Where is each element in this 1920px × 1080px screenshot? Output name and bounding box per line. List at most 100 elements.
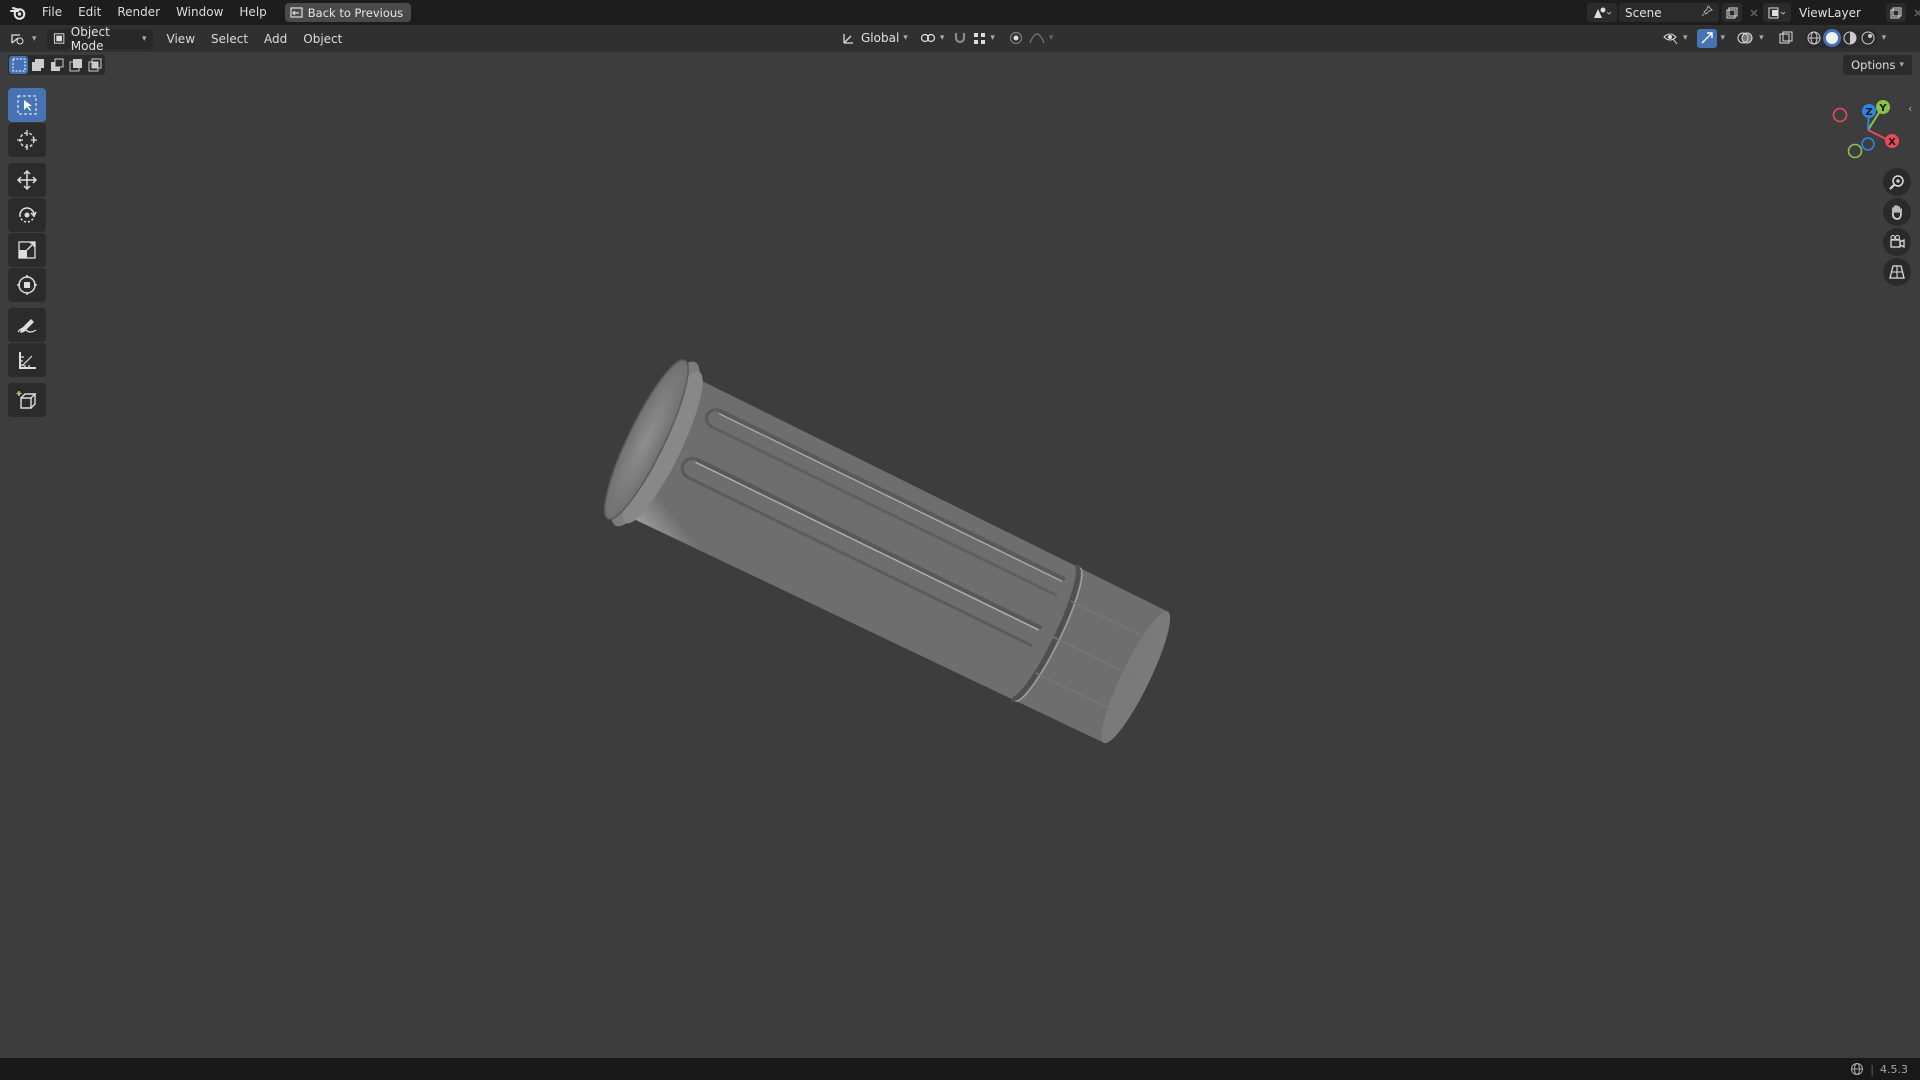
gizmo-neg-x-handle[interactable] [1832,107,1848,123]
select-mode-set-button[interactable] [9,56,28,74]
editor-type-button[interactable]: ▾ [10,32,37,46]
gizmo-x-handle[interactable]: X [1885,134,1899,148]
toggle-projection-button[interactable] [1883,258,1911,286]
proportional-edit-icon [1009,32,1022,44]
status-bar: | 4.5.3 [0,1058,1920,1080]
material-sphere-icon [1843,31,1857,45]
gizmo-toggle[interactable] [1696,28,1717,48]
scene-name-field[interactable]: Scene [1619,3,1719,22]
network-globe-icon [1851,1063,1864,1075]
pan-view-button[interactable] [1883,198,1911,226]
gizmo-y-handle[interactable]: Y [1876,100,1890,114]
new-view-layer-button[interactable] [1886,3,1906,22]
tool-add-cube[interactable] [8,383,46,417]
menu-edit[interactable]: Edit [70,0,109,25]
cylinder-mesh-object[interactable] [0,52,1920,1058]
back-to-previous-button[interactable]: Back to Previous [284,3,412,22]
header-menu-view[interactable]: View [159,32,203,46]
shading-rendered-button[interactable] [1859,29,1877,47]
transform-icon [17,275,37,295]
scene-selector: Scene [1584,2,1763,23]
svg-text:X: X [1888,137,1896,148]
scene-browse-button[interactable] [1587,3,1617,22]
viewport-options-dropdown[interactable]: Options ▾ [1843,55,1912,75]
menu-render[interactable]: Render [109,0,168,25]
tool-annotate[interactable] [8,308,46,342]
overlays-dropdown-chevron-icon[interactable]: ▾ [1759,33,1764,43]
select-subtract-icon [50,58,63,71]
status-separator: | [1870,1062,1874,1076]
render-layers-icon [1768,7,1786,18]
pivot-point-dropdown[interactable]: ▾ [916,28,949,48]
tool-transform[interactable] [8,268,46,302]
shading-material-button[interactable] [1841,29,1859,47]
annotate-pencil-icon [17,319,37,333]
menu-help[interactable]: Help [231,0,274,25]
header-menu-select[interactable]: Select [203,32,256,46]
back-screen-icon [290,6,303,18]
options-label: Options [1851,58,1896,72]
gizmo-icon [1701,32,1713,44]
gizmo-z-handle[interactable]: Z [1862,104,1876,118]
delete-view-layer-button[interactable] [1909,3,1920,22]
shading-mode-group [1803,28,1878,48]
solid-sphere-icon [1825,32,1838,44]
chevron-down-icon: ▾ [903,33,908,43]
shading-solid-button[interactable] [1822,29,1841,47]
view-layer-browse-button[interactable] [1763,3,1791,22]
rotate-icon [19,207,37,223]
select-mode-intersect-button[interactable] [85,56,104,74]
navigation-gizmo[interactable]: X Y Z [1818,96,1908,162]
tool-measure[interactable] [8,343,46,377]
proportional-falloff-dropdown[interactable]: ▾ [1026,28,1057,48]
blender-version: 4.5.3 [1880,1062,1908,1076]
select-extend-icon [31,59,44,71]
3d-viewport[interactable] [0,52,1920,1058]
tool-rotate[interactable] [8,198,46,232]
menu-window[interactable]: Window [168,0,231,25]
object-mode-dropdown[interactable]: Object Mode ▾ [46,25,153,53]
overlays-toggle[interactable] [1735,29,1755,48]
proportional-editing-toggle[interactable] [1006,28,1026,48]
tool-cursor[interactable] [8,123,46,157]
pin-icon[interactable] [1701,5,1713,20]
tool-scale[interactable] [8,233,46,267]
select-box-icon [17,95,37,115]
snap-target-dropdown[interactable]: ▾ [970,28,998,48]
overlays-icon [1737,32,1753,44]
view-layer-name-field[interactable]: ViewLayer [1793,3,1883,22]
select-mode-difference-button[interactable] [66,56,85,74]
scale-icon [18,241,36,259]
gizmo-dropdown-chevron-icon[interactable]: ▾ [1721,33,1726,43]
visibility-selectability-dropdown[interactable]: ▾ [1660,28,1691,48]
header-menu-add[interactable]: Add [256,32,295,46]
snap-toggle[interactable] [950,28,970,48]
object-mode-label: Object Mode [70,24,110,53]
hand-icon [1892,205,1902,220]
header-menu-object[interactable]: Object [295,32,350,46]
view-layer-selector: ViewLayer [1760,2,1920,23]
viewport-header: ▾ Object Mode ▾ View Select Add Object G… [0,25,1920,53]
duplicate-icon [1890,7,1902,18]
camera-view-button[interactable] [1883,228,1911,256]
transform-orientation-dropdown[interactable]: Global ▾ [838,28,912,48]
chevron-down-icon: ▾ [939,33,945,43]
wireframe-sphere-icon [1807,31,1821,45]
select-mode-extend-button[interactable] [28,56,47,74]
menu-file[interactable]: File [34,0,70,25]
zoom-view-button[interactable] [1883,168,1911,196]
blender-logo-icon[interactable] [8,3,28,23]
magnet-icon [955,33,966,44]
gizmo-neg-z-handle[interactable] [1861,137,1875,151]
chevron-down-icon: ▾ [32,33,37,44]
new-scene-button[interactable] [1722,3,1742,22]
shading-dropdown-chevron-icon[interactable]: ▾ [1882,33,1887,43]
select-difference-icon [69,59,82,72]
tool-move[interactable] [8,163,46,197]
select-mode-subtract-button[interactable] [47,56,66,74]
sidebar-toggle-chevron-icon[interactable]: ‹ [1908,102,1912,115]
xray-toggle[interactable] [1776,29,1796,48]
gizmo-neg-y-handle[interactable] [1847,143,1863,159]
tool-select-box[interactable] [8,88,46,122]
shading-wireframe-button[interactable] [1805,29,1823,47]
